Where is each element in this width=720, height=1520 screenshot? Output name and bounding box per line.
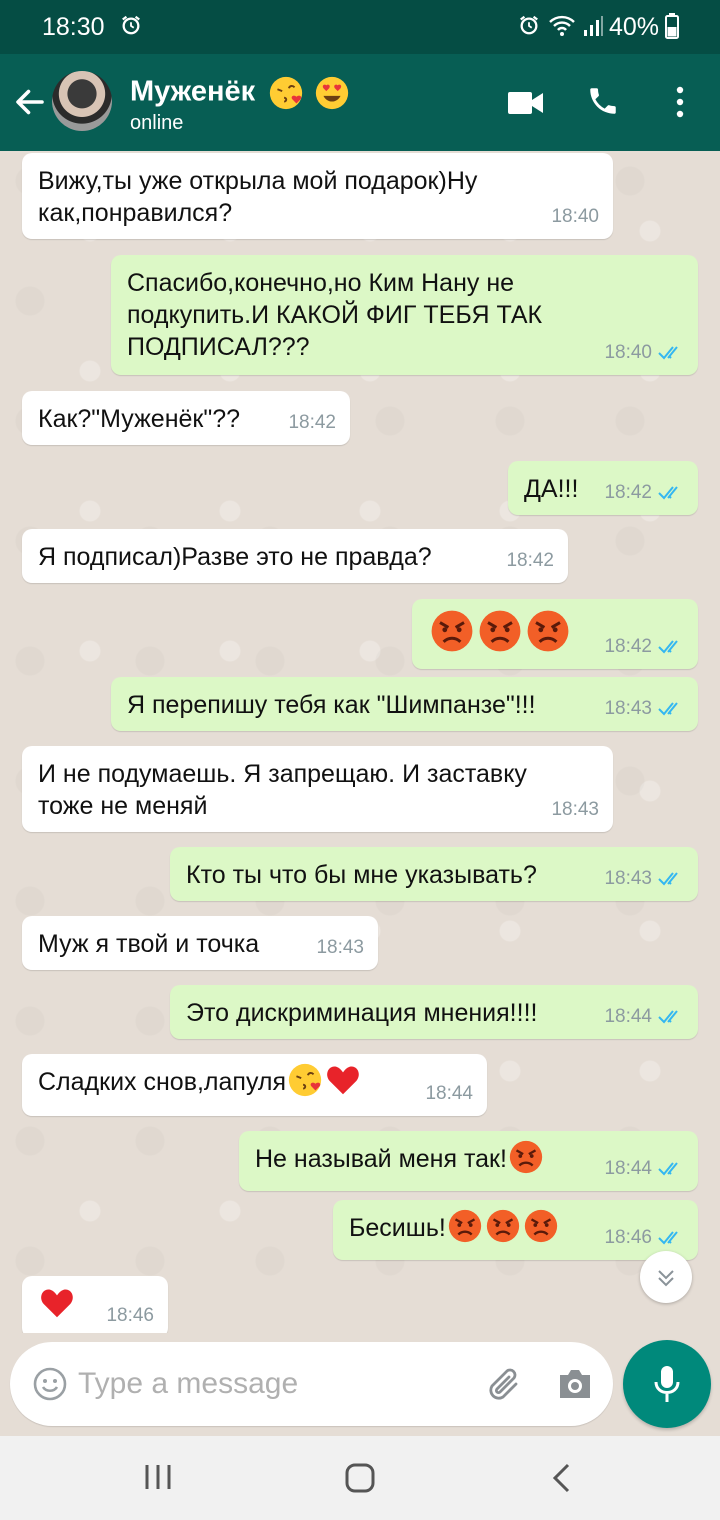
message-time: 18:42 [506, 550, 554, 571]
message-text: Спасибо,конечно,но Ким Нану не подкупить… [127, 269, 543, 361]
camera-icon[interactable] [556, 1366, 594, 1402]
read-ticks-icon [658, 1231, 678, 1245]
status-bar: 18:30 40% [0, 0, 720, 54]
message-time: 18:46 [604, 1227, 652, 1248]
message-outgoing[interactable]: Я перепишу тебя как "Шимпанзе"!!! 18:43 [111, 677, 698, 731]
read-ticks-icon [658, 702, 678, 716]
chat-header: Муженёк online [0, 54, 720, 151]
message-outgoing[interactable]: Бесишь! 18:46 [333, 1200, 698, 1260]
battery-icon [665, 13, 679, 39]
video-call-icon[interactable] [508, 90, 544, 116]
message-text: Бесишь! [349, 1214, 446, 1242]
message-time: 18:46 [106, 1305, 154, 1326]
message-text: Муж я твой и точка [38, 930, 260, 958]
message-time: 18:42 [604, 482, 652, 503]
message-text: Я подписал)Разве это не правда? [38, 543, 432, 571]
message-outgoing[interactable]: 18:42 [412, 599, 698, 669]
message-text: Сладких снов,лапуля [38, 1068, 287, 1096]
alarm-icon [122, 15, 140, 35]
message-time: 18:43 [604, 698, 652, 719]
read-ticks-icon [658, 872, 678, 886]
message-outgoing[interactable]: Не называй меня так! 18:44 [239, 1131, 698, 1191]
message-outgoing[interactable]: ДА!!! 18:42 [508, 461, 698, 515]
alarm-icon [520, 15, 538, 35]
message-outgoing[interactable]: Это дискриминация мнения!!!! 18:44 [170, 985, 698, 1039]
scroll-to-bottom-button[interactable] [640, 1251, 692, 1303]
contact-status: online [130, 112, 184, 134]
message-text: И не подумаешь. Я запрещаю. И заставку т… [38, 760, 527, 820]
angry-emoji-icon [431, 610, 473, 652]
angry-emoji-icon [524, 1210, 557, 1243]
message-incoming[interactable]: Муж я твой и точка 18:43 [22, 916, 378, 970]
kiss-emoji-icon [270, 76, 303, 110]
battery-percent: 40% [609, 13, 660, 41]
message-time: 18:42 [288, 412, 336, 433]
emoji-picker-icon[interactable] [32, 1366, 68, 1402]
message-incoming[interactable]: Сладких снов,лапуля 18:44 [22, 1054, 487, 1116]
read-ticks-icon [658, 1162, 678, 1176]
double-chevron-down-icon [658, 1270, 674, 1287]
message-time: 18:44 [604, 1006, 652, 1027]
message-time: 18:44 [604, 1158, 652, 1179]
back-arrow-icon[interactable] [12, 84, 48, 120]
read-ticks-icon [658, 486, 678, 500]
status-time: 18:30 [42, 13, 105, 41]
message-composer [10, 1342, 613, 1426]
message-outgoing[interactable]: Спасибо,конечно,но Ким Нану не подкупить… [111, 255, 698, 375]
message-incoming[interactable]: Я подписал)Разве это не правда? 18:42 [22, 529, 568, 583]
heart-emoji-icon [41, 1289, 73, 1318]
voice-message-button[interactable] [623, 1340, 711, 1428]
message-time: 18:40 [604, 342, 652, 363]
angry-emoji-icon [448, 1210, 481, 1243]
message-time: 18:40 [551, 206, 599, 227]
message-text: Вижу,ты уже открыла мой подарок)Ну как,п… [38, 167, 478, 227]
voice-call-icon[interactable] [586, 84, 620, 118]
angry-emoji-icon [527, 610, 569, 652]
angry-emoji-icon [509, 1141, 543, 1174]
system-navigation-bar [0, 1436, 720, 1520]
angry-emoji-icon [486, 1210, 519, 1243]
heart-emoji-icon [327, 1066, 359, 1095]
message-text: Я перепишу тебя как "Шимпанзе"!!! [127, 691, 536, 719]
message-text: Как?"Муженёк"?? [38, 405, 241, 433]
message-incoming[interactable]: Как?"Муженёк"?? 18:42 [22, 391, 350, 445]
microphone-icon [654, 1366, 680, 1402]
message-time: 18:42 [604, 636, 652, 657]
nav-back-icon[interactable] [550, 1462, 572, 1494]
recent-apps-icon[interactable] [143, 1462, 173, 1492]
message-text: ДА!!! [524, 475, 579, 503]
message-time: 18:43 [316, 937, 364, 958]
contact-avatar[interactable] [52, 71, 112, 131]
attach-icon[interactable] [486, 1362, 526, 1406]
contact-name[interactable]: Муженёк [130, 74, 351, 112]
home-icon[interactable] [344, 1462, 376, 1494]
message-text: Кто ты что бы мне указывать? [186, 861, 537, 889]
message-list[interactable]: Вижу,ты уже открыла мой подарок)Ну как,п… [0, 151, 720, 1333]
message-outgoing[interactable]: Кто ты что бы мне указывать? 18:43 [170, 847, 698, 901]
message-incoming[interactable]: И не подумаешь. Я запрещаю. И заставку т… [22, 746, 613, 832]
signal-icon [584, 16, 603, 36]
more-options-icon[interactable] [672, 84, 688, 120]
message-text: Это дискриминация мнения!!!! [186, 999, 538, 1027]
kiss-emoji-icon [288, 1064, 322, 1097]
wifi-icon [549, 15, 575, 36]
read-ticks-icon [658, 346, 678, 360]
message-incoming[interactable]: Вижу,ты уже открыла мой подарок)Ну как,п… [22, 153, 613, 239]
read-ticks-icon [658, 640, 678, 654]
message-incoming[interactable]: 18:46 [22, 1276, 168, 1333]
read-ticks-icon [658, 1010, 678, 1024]
message-text: Не называй меня так! [255, 1145, 507, 1173]
message-time: 18:43 [604, 868, 652, 889]
message-time: 18:44 [425, 1083, 473, 1104]
message-input[interactable] [78, 1360, 468, 1408]
angry-emoji-icon [479, 610, 521, 652]
message-time: 18:43 [551, 799, 599, 820]
heart-eyes-emoji-icon [316, 76, 349, 110]
